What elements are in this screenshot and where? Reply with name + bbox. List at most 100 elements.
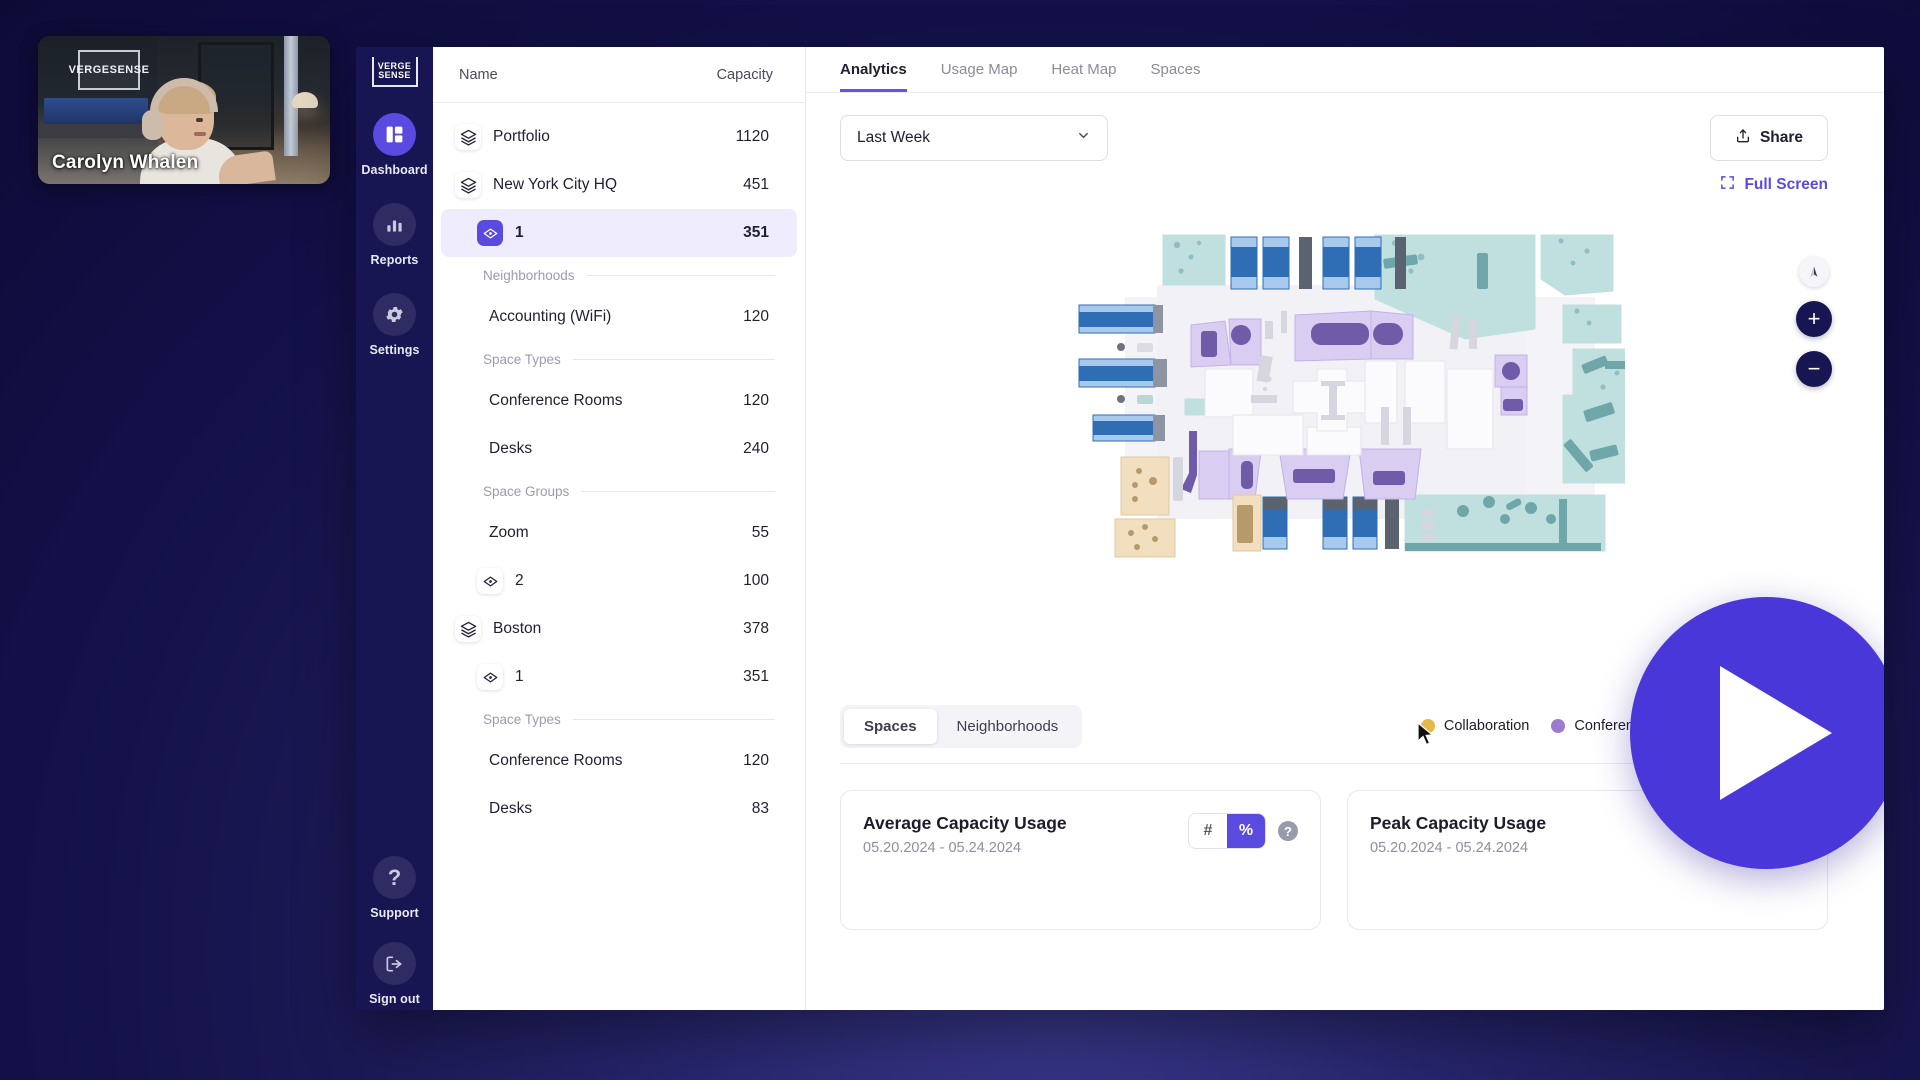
table-row[interactable]: Desks 240: [441, 425, 797, 473]
sidebar-item-dashboard[interactable]: Dashboard: [361, 113, 427, 177]
table-row[interactable]: Desks 83: [441, 785, 797, 833]
share-button[interactable]: Share: [1710, 115, 1828, 161]
table-row[interactable]: Conference Rooms 120: [441, 737, 797, 785]
presenter-video-thumbnail[interactable]: VERGE SENSE Carolyn Whalen: [38, 36, 330, 184]
location-list-panel: Name Capacity Portfolio 1120 New York City…: [433, 47, 806, 1010]
sidebar-item-reports[interactable]: Reports: [371, 203, 419, 267]
row-label: Boston: [493, 620, 542, 637]
row-label: Desks: [489, 440, 533, 457]
row-capacity: 378: [743, 620, 769, 637]
space-view-toggle[interactable]: Spaces Neighborhoods: [840, 704, 1083, 748]
question-icon: ?: [372, 856, 416, 899]
sidebar-item-settings[interactable]: Settings: [369, 293, 419, 357]
list-group-separator: Space Types: [433, 341, 805, 377]
table-row[interactable]: New York City HQ 451: [441, 161, 797, 209]
toggle-neighborhoods[interactable]: Neighborhoods: [937, 709, 1079, 744]
sidebar-item-sign-out[interactable]: Sign out: [369, 942, 420, 1006]
table-row[interactable]: 2 100: [441, 557, 797, 605]
row-capacity: 351: [743, 224, 769, 241]
table-row[interactable]: 1 351: [441, 209, 797, 257]
row-name-cell: Zoom: [489, 524, 752, 542]
floor-plan-graphic[interactable]: [1065, 219, 1625, 559]
play-icon: [1720, 666, 1832, 800]
metric-card-title: Average Capacity Usage: [863, 813, 1067, 833]
list-column-headers: Name Capacity: [433, 47, 805, 103]
controls-row: Last Week Share: [806, 93, 1884, 161]
unit-option-percent[interactable]: %: [1227, 814, 1265, 848]
help-icon[interactable]: ?: [1278, 821, 1298, 841]
metric-card-controls: #%?: [1188, 813, 1298, 849]
tab-spaces[interactable]: Spaces: [1150, 61, 1200, 92]
share-button-label: Share: [1759, 129, 1804, 146]
row-capacity: 351: [743, 668, 769, 685]
floor-icon: [477, 220, 503, 246]
vergesense-logo: VERGE SENSE: [371, 57, 418, 87]
row-capacity: 83: [751, 800, 769, 817]
metric-card-header: Peak Capacity Usage 05.20.2024 - 05.24.20…: [1370, 813, 1546, 856]
wall-logo-sign: VERGE SENSE: [69, 50, 149, 90]
row-capacity: 100: [743, 572, 769, 589]
presenter-mouth: [194, 132, 206, 136]
row-name-cell: 1: [477, 664, 743, 690]
row-label: 2: [515, 572, 524, 589]
sidebar-label-sign-out: Sign out: [369, 992, 420, 1006]
row-label: Zoom: [489, 524, 529, 541]
table-row[interactable]: Boston 378: [441, 605, 797, 653]
legend-label: Collaboration: [1443, 718, 1530, 734]
row-label: 1: [515, 668, 524, 685]
table-row[interactable]: Portfolio 1120: [441, 113, 797, 161]
headphone-earcup: [142, 110, 164, 140]
location-list-body[interactable]: Portfolio 1120 New York City HQ 451 1 351 Neig…: [433, 103, 805, 1010]
wall-logo-line1: VERGE: [68, 63, 110, 76]
separator-line: [572, 358, 775, 360]
row-label: Conference Rooms: [489, 392, 623, 409]
zoom-in-button[interactable]: +: [1796, 301, 1832, 337]
sidebar-item-support[interactable]: ? Support: [370, 856, 419, 920]
list-group-label: Neighborhoods: [483, 267, 575, 283]
table-row[interactable]: Conference Rooms 120: [441, 377, 797, 425]
headphones-icon: [150, 78, 218, 112]
metric-card-title: Peak Capacity Usage: [1370, 813, 1547, 833]
row-label: Desks: [489, 800, 533, 817]
floor-icon: [477, 568, 503, 594]
table-row[interactable]: 1 351: [441, 653, 797, 701]
unit-option-count[interactable]: #: [1189, 814, 1227, 848]
tab-analytics[interactable]: Analytics: [840, 61, 907, 92]
tab-usage-map[interactable]: Usage Map: [941, 61, 1018, 92]
full-screen-button[interactable]: Full Screen: [1720, 175, 1828, 195]
table-row[interactable]: Accounting (WiFi) 120: [441, 293, 797, 341]
map-zoom-controls: + −: [1796, 257, 1832, 387]
layers-icon: [455, 172, 481, 198]
full-screen-label: Full Screen: [1744, 176, 1828, 193]
row-capacity: 120: [743, 308, 769, 325]
sidebar-bottom-group: ? Support Sign out: [356, 856, 433, 1008]
row-name-cell: Desks: [489, 800, 752, 818]
office-sofa: [44, 98, 148, 124]
row-capacity: 240: [743, 440, 769, 457]
tab-heat-map[interactable]: Heat Map: [1051, 61, 1116, 92]
sidebar-label-settings: Settings: [369, 343, 420, 357]
dashboard-icon: [372, 113, 416, 156]
play-button[interactable]: [1630, 597, 1884, 869]
period-select[interactable]: Last Week: [840, 115, 1108, 161]
application-window: VERGE SENSE Dashboard Reports Settings ?…: [356, 47, 1884, 1010]
toggle-spaces[interactable]: Spaces: [844, 708, 937, 744]
floor-icon: [477, 664, 503, 690]
row-capacity: 451: [743, 176, 769, 193]
unit-toggle[interactable]: #%: [1188, 813, 1266, 849]
table-row[interactable]: Zoom 55: [441, 509, 797, 557]
logo-line2: SENSE: [378, 70, 411, 80]
row-label: New York City HQ: [493, 176, 618, 193]
period-select-value: Last Week: [857, 129, 930, 146]
mouse-cursor: [1417, 722, 1435, 746]
floor-map-area[interactable]: + −: [806, 197, 1884, 869]
compass-icon[interactable]: [1799, 257, 1829, 287]
zoom-out-button[interactable]: −: [1796, 351, 1832, 387]
share-icon: [1735, 128, 1751, 149]
gear-icon: [373, 293, 416, 336]
expand-icon: [1720, 175, 1735, 195]
reports-icon: [373, 203, 416, 246]
column-header-name: Name: [459, 66, 498, 83]
legend-item-collaboration: Collaboration: [1420, 718, 1530, 734]
list-group-label: Space Types: [483, 351, 561, 367]
